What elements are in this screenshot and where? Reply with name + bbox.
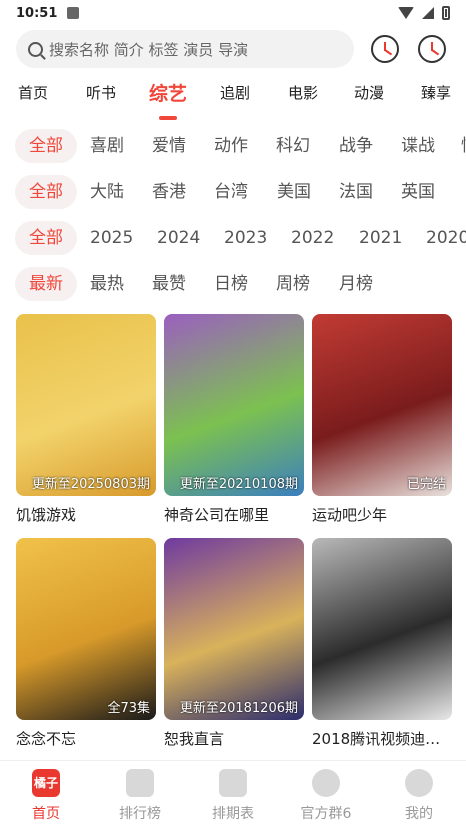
show-title: 神奇公司在哪里 — [164, 506, 270, 524]
signal-icon — [422, 7, 434, 19]
profile-icon — [405, 769, 433, 797]
show-card[interactable]: 更新至20181206期 恕我直言 — [164, 538, 304, 749]
history-icon[interactable] — [371, 35, 399, 63]
year-chip[interactable]: 全部 — [15, 221, 77, 255]
search-input[interactable]: 搜索名称 简介 标签 演员 导演 — [16, 30, 354, 68]
wifi-icon — [398, 7, 414, 19]
poster-art — [164, 314, 304, 496]
poster-art — [16, 314, 156, 496]
show-title: 饥饿游戏 — [16, 506, 77, 524]
poster-image: 全73集 — [16, 538, 156, 720]
genre-chip[interactable]: 战争 — [339, 129, 373, 163]
nav-label: 排期表 — [212, 806, 254, 822]
sort-chip[interactable]: 最热 — [90, 267, 124, 301]
region-chip[interactable]: 大陆 — [90, 175, 124, 209]
poster-art — [312, 538, 452, 720]
bottom-nav: 橘子 首页 排行榜 排期表 官方群6 我的 — [0, 760, 466, 828]
update-badge: 更新至20181206期 — [179, 701, 298, 716]
sort-chip[interactable]: 最新 — [15, 267, 77, 301]
genre-chip[interactable]: 惊 — [461, 129, 466, 163]
region-chip[interactable]: 英国 — [401, 175, 435, 209]
show-card[interactable]: 更新至20210108期 神奇公司在哪里 — [164, 314, 304, 525]
status-time: 10:51 — [16, 5, 58, 21]
region-chip[interactable]: 全部 — [15, 175, 77, 209]
status-icons — [398, 6, 450, 20]
region-chip[interactable]: 法国 — [339, 175, 373, 209]
tab-drama[interactable]: 追剧 — [220, 82, 250, 103]
group-icon — [312, 769, 340, 797]
year-chip[interactable]: 2020 — [426, 221, 466, 255]
update-badge: 更新至20210108期 — [179, 477, 298, 492]
nav-label: 我的 — [405, 806, 433, 822]
search-icon — [28, 41, 43, 57]
region-chip[interactable]: 香港 — [152, 175, 186, 209]
calendar-icon — [219, 769, 247, 797]
region-chip[interactable]: 台湾 — [214, 175, 248, 209]
poster-image — [312, 538, 452, 720]
ranking-icon — [126, 769, 154, 797]
channel-tabs: 首页 听书 综艺 追剧 电影 动漫 臻享 — [0, 82, 466, 122]
search-placeholder: 搜索名称 简介 标签 演员 导演 — [49, 40, 249, 59]
genre-chip[interactable]: 科幻 — [276, 129, 310, 163]
region-filter: 全部 大陆 香港 台湾 美国 法国 英国 — [0, 175, 466, 209]
tab-movie[interactable]: 电影 — [288, 82, 318, 103]
year-chip[interactable]: 2023 — [224, 221, 267, 255]
poster-art — [16, 538, 156, 720]
region-chip[interactable]: 美国 — [277, 175, 311, 209]
update-badge: 更新至20250803期 — [31, 477, 150, 492]
nav-profile[interactable]: 我的 — [384, 769, 454, 823]
show-title: 恕我直言 — [164, 730, 225, 748]
battery-icon — [442, 6, 450, 20]
home-icon: 橘子 — [32, 769, 60, 797]
show-title: 念念不忘 — [16, 730, 77, 748]
show-card[interactable]: 更新至20250803期 饥饿游戏 — [16, 314, 156, 525]
update-badge: 全73集 — [107, 701, 150, 716]
sort-chip[interactable]: 最赞 — [152, 267, 186, 301]
year-chip[interactable]: 2024 — [157, 221, 200, 255]
year-filter: 全部 2025 2024 2023 2022 2021 2020 — [0, 221, 466, 255]
show-card[interactable]: 2018腾讯视频迪… — [312, 538, 452, 749]
genre-chip[interactable]: 爱情 — [152, 129, 186, 163]
show-title: 运动吧少年 — [312, 506, 388, 524]
sort-filter: 最新 最热 最赞 日榜 周榜 月榜 — [0, 267, 466, 301]
nav-official-group[interactable]: 官方群6 — [291, 769, 361, 823]
poster-image: 更新至20250803期 — [16, 314, 156, 496]
nav-label: 官方群6 — [300, 806, 352, 822]
year-chip[interactable]: 2022 — [291, 221, 334, 255]
notification-icon — [67, 7, 80, 19]
sort-chip[interactable]: 周榜 — [276, 267, 310, 301]
genre-chip[interactable]: 动作 — [214, 129, 248, 163]
active-tab-indicator — [159, 116, 177, 120]
tab-premium[interactable]: 臻享 — [421, 82, 451, 103]
show-card[interactable]: 已完结 运动吧少年 — [312, 314, 452, 525]
tab-home[interactable]: 首页 — [18, 82, 48, 103]
search-row: 搜索名称 简介 标签 演员 导演 — [0, 30, 466, 70]
nav-label: 排行榜 — [119, 806, 161, 822]
tab-variety[interactable]: 综艺 — [149, 82, 187, 106]
nav-schedule[interactable]: 排期表 — [198, 769, 268, 823]
poster-image: 更新至20210108期 — [164, 314, 304, 496]
show-card[interactable]: 全73集 念念不忘 — [16, 538, 156, 749]
sort-chip[interactable]: 月榜 — [339, 267, 373, 301]
genre-chip[interactable]: 全部 — [15, 129, 77, 163]
tab-anime[interactable]: 动漫 — [354, 82, 384, 103]
tab-audiobook[interactable]: 听书 — [86, 82, 116, 103]
poster-art — [312, 314, 452, 496]
poster-image: 更新至20181206期 — [164, 538, 304, 720]
nav-home[interactable]: 橘子 首页 — [11, 769, 81, 823]
poster-image: 已完结 — [312, 314, 452, 496]
update-badge: 已完结 — [406, 477, 446, 492]
poster-art — [164, 538, 304, 720]
nav-label: 首页 — [32, 806, 60, 822]
nav-ranking[interactable]: 排行榜 — [105, 769, 175, 823]
show-title: 2018腾讯视频迪… — [312, 730, 441, 748]
history-clock-icon[interactable] — [418, 35, 446, 63]
genre-chip[interactable]: 喜剧 — [90, 129, 124, 163]
status-bar: 10:51 — [0, 0, 466, 26]
year-chip[interactable]: 2025 — [90, 221, 133, 255]
genre-chip[interactable]: 谍战 — [401, 129, 435, 163]
year-chip[interactable]: 2021 — [359, 221, 402, 255]
genre-filter: 全部 喜剧 爱情 动作 科幻 战争 谍战 惊 — [0, 129, 466, 163]
sort-chip[interactable]: 日榜 — [214, 267, 248, 301]
